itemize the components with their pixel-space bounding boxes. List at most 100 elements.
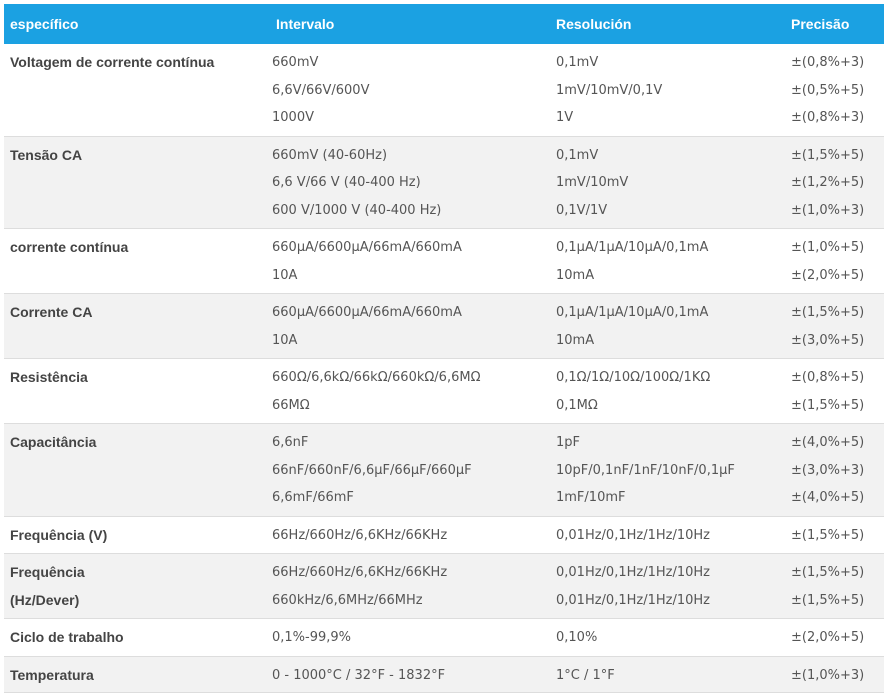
resolution-line: 1pF	[556, 435, 581, 450]
precision-line: ±(1,0%+5)	[791, 240, 865, 255]
precision-line: ±(0,8%+3)	[791, 55, 865, 70]
resolution-line: 1mV/10mV/0,1V	[556, 82, 663, 98]
header-range: Intervalo	[276, 16, 335, 32]
precision-line: ±(1,5%+5)	[791, 397, 865, 413]
precision-cell: ±(0,8%+3) ±(0,5%+5) ±(0,8%+3)	[785, 44, 884, 136]
resolution-line: 1°C / 1°F	[556, 667, 615, 683]
spec-cell: Resistência	[4, 359, 266, 424]
resolution-line: 10mA	[556, 267, 595, 283]
resolution-cell: 0,01Hz/0,1Hz/1Hz/10Hz 0,01Hz/0,1Hz/1Hz/10…	[547, 554, 785, 619]
range-line: 66Hz/660Hz/6,6KHz/66KHz	[272, 565, 448, 580]
range-cell: 66Hz/660Hz/6,6KHz/66KHz	[266, 516, 547, 554]
spec-cell: Frequência (V)	[4, 516, 266, 554]
precision-cell: ±(4,0%+5) ±(3,0%+3) ±(4,0%+5)	[785, 424, 884, 517]
precision-cell: ±(1,5%+5) ±(1,2%+5) ±(1,0%+3)	[785, 136, 884, 229]
range-line: 660Ω/6,6kΩ/66kΩ/660kΩ/6,6MΩ	[272, 370, 481, 385]
precision-line: ±(4,0%+5)	[791, 435, 865, 450]
spec-line: Frequência (V)	[10, 526, 108, 543]
range-line: 0 - 1000°C / 32°F - 1832°F	[272, 667, 446, 683]
precision-line: ±(3,0%+3)	[791, 462, 865, 478]
resolution-line: 1V	[556, 110, 574, 125]
table-row: Corrente CA 660μA/6600μA/66mA/660mA 10A 0,1…	[4, 293, 884, 359]
spec-line: Resistência	[10, 369, 88, 385]
range-line: 66MΩ	[272, 397, 310, 413]
resolution-line: 0,1mV	[556, 147, 599, 163]
precision-cell: ±(1,0%+3)	[785, 656, 884, 693]
precision-line: ±(1,0%+3)	[791, 667, 865, 683]
range-line: 6,6nF	[272, 435, 309, 450]
resolution-line: 0,10%	[556, 630, 598, 645]
table-row: corrente contínua 660μA/6600μA/66mA/660mA…	[4, 228, 884, 294]
range-cell: 6,6nF 66nF/660nF/6,6μF/66μF/660μF 6,6mF/66…	[266, 424, 547, 517]
table-row: Temperatura 0 - 1000°C / 32°F - 1832°F 1…	[4, 656, 884, 693]
spec-cell: Temperatura	[4, 656, 266, 693]
table-header: específico Intervalo Resolución Precisão	[4, 4, 884, 44]
spec-line: Corrente CA	[10, 304, 93, 320]
resolution-line: 0,01Hz/0,1Hz/1Hz/10Hz	[556, 565, 710, 580]
range-line: 660μA/6600μA/66mA/660mA	[272, 305, 462, 320]
range-line: 6,6mF/66mF	[272, 490, 354, 505]
precision-line: ±(0,5%+5)	[791, 82, 865, 98]
header-resolution: Resolución	[556, 16, 632, 32]
precision-cell: ±(2,0%+5)	[785, 619, 884, 657]
resolution-cell: 0,1μA/1μA/10μA/0,1mA 10mA	[547, 294, 785, 359]
resolution-line: 1mV/10mV	[556, 175, 629, 190]
table-row: Ciclo de trabalho 0,1%-99,9% 0,10% ±(2,0%+5…	[4, 618, 884, 657]
table-body: Voltagem de corrente contínua 660mV 6,6V/6…	[4, 44, 884, 693]
resolution-line: 0,01Hz/0,1Hz/1Hz/10Hz	[556, 527, 710, 543]
spec-cell: Ciclo de trabalho	[4, 619, 266, 657]
range-line: 10A	[272, 332, 298, 348]
spec-line: Tensão CA	[10, 146, 83, 163]
spec-line: Temperatura	[10, 666, 94, 683]
precision-line: ±(4,0%+5)	[791, 490, 865, 505]
table-row: Tensão CA 660mV (40-60Hz) 6,6 V/66 V (40-4…	[4, 136, 884, 229]
precision-line: ±(3,0%+5)	[791, 332, 865, 348]
resolution-line: 0,1μA/1μA/10μA/0,1mA	[556, 240, 709, 255]
resolution-cell: 0,10%	[547, 619, 785, 657]
range-cell: 0,1%-99,9%	[266, 619, 547, 657]
precision-line: ±(0,8%+5)	[791, 370, 865, 385]
resolution-line: 10pF/0,1nF/1nF/10nF/0,1μF	[556, 462, 735, 478]
table-row: Capacitância 6,6nF 66nF/660nF/6,6μF/66μF/6…	[4, 423, 884, 517]
resolution-cell: 0,1mV 1mV/10mV 0,1V/1V	[547, 136, 785, 229]
precision-line: ±(0,8%+3)	[791, 110, 865, 125]
range-line: 1000V	[272, 110, 314, 125]
precision-line: ±(2,0%+5)	[791, 630, 865, 645]
resolution-line: 1mF/10mF	[556, 490, 626, 505]
table-row: Frequência (V) 66Hz/660Hz/6,6KHz/66KHz 0,0…	[4, 516, 884, 554]
precision-line: ±(1,5%+5)	[791, 305, 865, 320]
range-line: 6,6V/66V/600V	[272, 82, 370, 98]
range-line: 660mV	[272, 55, 319, 70]
resolution-line: 0,1MΩ	[556, 397, 598, 413]
spec-cell: Frequência (Hz/Dever)	[4, 554, 266, 619]
precision-line: ±(1,0%+3)	[791, 202, 865, 218]
range-line: 6,6 V/66 V (40-400 Hz)	[272, 175, 421, 190]
precision-cell: ±(0,8%+5) ±(1,5%+5)	[785, 359, 884, 424]
resolution-line: 0,1Ω/1Ω/10Ω/100Ω/1KΩ	[556, 370, 711, 385]
spec-cell: Capacitância	[4, 424, 266, 517]
spec-line: Frequência	[10, 564, 85, 580]
resolution-cell: 0,1mV 1mV/10mV/0,1V 1V	[547, 44, 785, 136]
resolution-cell: 0,1μA/1μA/10μA/0,1mA 10mA	[547, 229, 785, 294]
resolution-line: 0,1μA/1μA/10μA/0,1mA	[556, 305, 709, 320]
table-row: Voltagem de corrente contínua 660mV 6,6V/6…	[4, 44, 884, 136]
range-cell: 66Hz/660Hz/6,6KHz/66KHz 660kHz/6,6MHz/66M…	[266, 554, 547, 619]
resolution-cell: 0,01Hz/0,1Hz/1Hz/10Hz	[547, 516, 785, 554]
resolution-cell: 1°C / 1°F	[547, 656, 785, 693]
range-cell: 0 - 1000°C / 32°F - 1832°F	[266, 656, 547, 693]
precision-cell: ±(1,5%+5) ±(1,5%+5)	[785, 554, 884, 619]
spec-line: corrente contínua	[10, 239, 129, 255]
precision-line: ±(1,5%+5)	[791, 592, 865, 608]
spec-line: (Hz/Dever)	[10, 591, 80, 608]
precision-line: ±(1,5%+5)	[791, 527, 865, 543]
range-line: 0,1%-99,9%	[272, 630, 352, 645]
table-row: Resistência 660Ω/6,6kΩ/66kΩ/660kΩ/6,6MΩ 66…	[4, 358, 884, 424]
resolution-cell: 0,1Ω/1Ω/10Ω/100Ω/1KΩ 0,1MΩ	[547, 359, 785, 424]
range-cell: 660mV 6,6V/66V/600V 1000V	[266, 44, 547, 136]
resolution-cell: 1pF 10pF/0,1nF/1nF/10nF/0,1μF 1mF/10mF	[547, 424, 785, 517]
header-specific: específico	[10, 16, 79, 32]
spec-line: Ciclo de trabalho	[10, 629, 124, 645]
range-line: 660mV (40-60Hz)	[272, 147, 388, 163]
spec-line: Voltagem de corrente contínua	[10, 54, 215, 70]
range-line: 10A	[272, 267, 298, 283]
